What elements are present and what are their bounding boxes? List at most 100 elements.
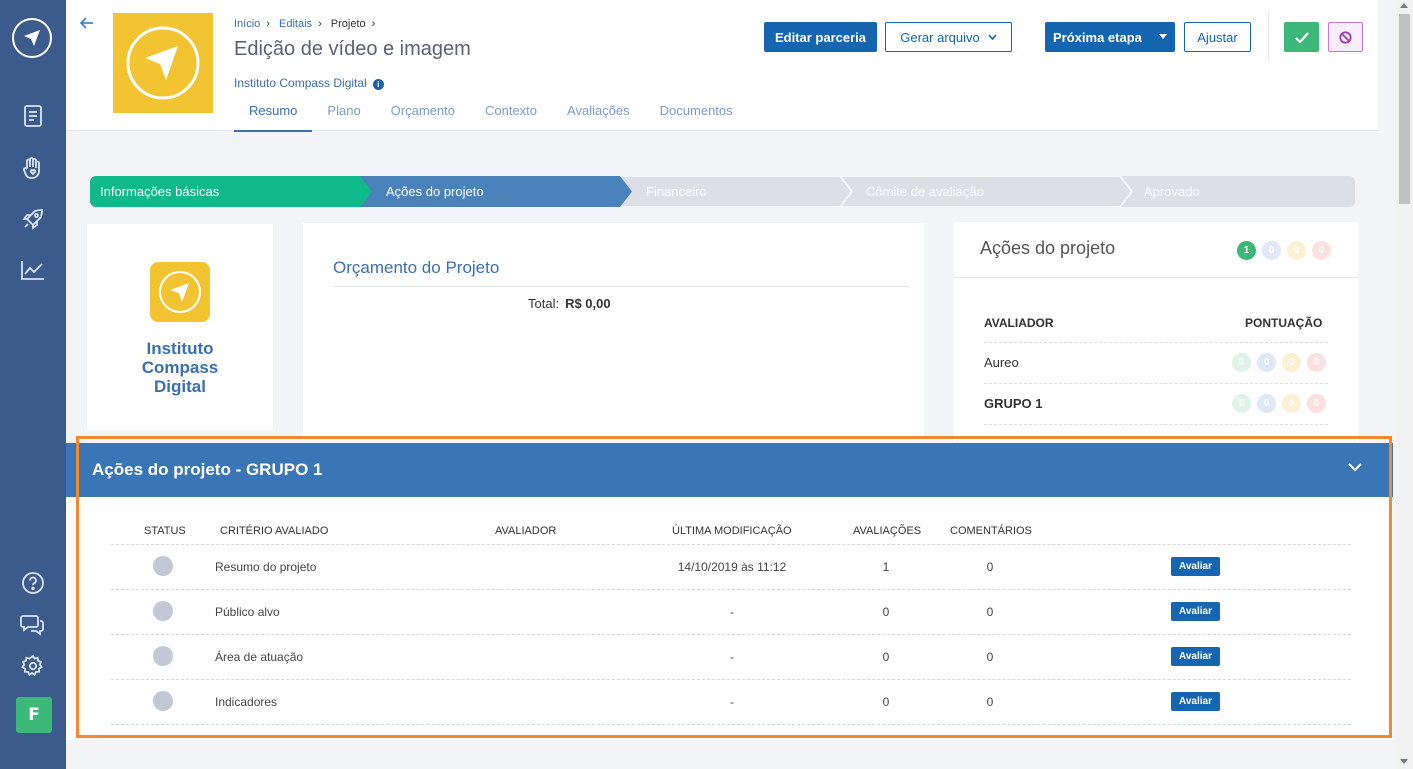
- status-indicator: [153, 646, 173, 666]
- tab-documentos[interactable]: Documentos: [645, 100, 748, 132]
- column-comments: COMENTÁRIOS: [950, 525, 1032, 537]
- progress-steps: Informações básicas Ações do projeto Fin…: [90, 176, 1355, 207]
- budget-total-value: R$ 0,00: [565, 296, 611, 311]
- sidebar: F: [0, 0, 66, 769]
- tab-bar: Resumo Plano Orçamento Contexto Avaliaçõ…: [234, 100, 748, 132]
- actions-card-title: Ações do projeto: [980, 238, 1116, 258]
- divider: [111, 679, 1351, 680]
- breadcrumb: Início › Editais › Projeto ›: [234, 18, 376, 30]
- next-step-button[interactable]: Próxima etapa: [1045, 22, 1175, 52]
- score-warning: 0: [1282, 394, 1301, 413]
- count-rejected: 0: [1312, 241, 1331, 260]
- scroll-thumb[interactable]: [1399, 14, 1410, 204]
- evaluator-scores: 0 0 0 0: [1232, 394, 1326, 413]
- evaluations-count: 1: [882, 560, 890, 574]
- organization-card: Instituto Compass Digital: [87, 224, 273, 430]
- count-approved: 1: [1237, 241, 1256, 260]
- chat-icon[interactable]: [19, 610, 47, 638]
- column-evaluator: AVALIADOR: [984, 316, 1054, 330]
- divider: [1268, 14, 1269, 58]
- generate-file-label: Gerar arquivo: [900, 29, 980, 45]
- generate-file-dropdown[interactable]: Gerar arquivo: [885, 22, 1012, 52]
- chevron-down-icon: [988, 34, 997, 40]
- score-pending: 0: [1257, 353, 1276, 372]
- criterion-name: Indicadores: [215, 695, 278, 709]
- tab-plano[interactable]: Plano: [312, 100, 375, 132]
- comments-count: 0: [986, 695, 994, 709]
- organization-link[interactable]: Instituto Compass Digital i: [234, 76, 384, 90]
- last-modified: 14/10/2019 às 11:12: [677, 560, 787, 574]
- count-warning: 0: [1287, 241, 1306, 260]
- breadcrumb-current: Projeto: [330, 18, 366, 30]
- criterion-name: Público alvo: [215, 605, 280, 619]
- info-icon[interactable]: i: [372, 79, 384, 90]
- divider: [984, 342, 1328, 343]
- group-panel-title: Ações do projeto - GRUPO 1: [92, 460, 323, 479]
- scroll-up-arrow-icon[interactable]: [1400, 3, 1408, 8]
- column-criterion: CRITÉRIO AVALIADO: [220, 525, 329, 537]
- arrow-left-icon[interactable]: [79, 14, 94, 35]
- tab-orcamento[interactable]: Orçamento: [376, 100, 470, 132]
- hand-heart-icon[interactable]: [19, 154, 47, 182]
- score-approved: 0: [1232, 394, 1251, 413]
- evaluate-button[interactable]: Avaliar: [1171, 557, 1220, 576]
- score-rejected: 0: [1307, 394, 1326, 413]
- tab-resumo[interactable]: Resumo: [234, 100, 313, 132]
- status-indicator: [153, 601, 173, 621]
- document-icon[interactable]: [19, 102, 47, 130]
- organization-name[interactable]: Instituto Compass Digital: [234, 76, 367, 90]
- divider: [984, 383, 1328, 384]
- chevron-down-icon[interactable]: [1348, 463, 1362, 472]
- step-aprovado[interactable]: Aprovado: [1134, 176, 1200, 207]
- caret-down-icon[interactable]: [1159, 34, 1167, 39]
- step-financeiro[interactable]: Financeiro: [636, 176, 707, 207]
- ban-icon[interactable]: [1328, 22, 1363, 52]
- group-panel-header[interactable]: Ações do projeto - GRUPO 1: [66, 443, 1393, 497]
- adjust-button[interactable]: Ajustar: [1184, 22, 1251, 52]
- gear-icon[interactable]: [19, 652, 47, 680]
- divider: [333, 286, 909, 287]
- evaluator-scores: 0 0 0 0: [1232, 353, 1326, 372]
- divider: [984, 424, 1328, 425]
- evaluate-button[interactable]: Avaliar: [1171, 692, 1220, 711]
- score-rejected: 0: [1307, 353, 1326, 372]
- organization-name[interactable]: Instituto Compass Digital: [87, 339, 273, 396]
- breadcrumb-editais[interactable]: Editais: [279, 18, 312, 30]
- tab-avaliacoes[interactable]: Avaliações: [552, 100, 645, 132]
- vertical-scrollbar[interactable]: [1396, 0, 1413, 769]
- step-informacoes-basicas[interactable]: Informações básicas: [90, 176, 219, 207]
- step-comite-de-avaliacao[interactable]: Cômite de avaliação: [856, 176, 984, 207]
- divider: [111, 589, 1351, 590]
- user-avatar[interactable]: F: [16, 697, 52, 733]
- project-header: Início › Editais › Projeto › Edição de víde…: [66, 0, 1378, 132]
- breadcrumb-home[interactable]: Início: [234, 18, 260, 30]
- chart-icon[interactable]: [19, 256, 47, 284]
- evaluate-button[interactable]: Avaliar: [1171, 602, 1220, 621]
- organization-logo: [150, 262, 210, 322]
- column-score: PONTUAÇÃO: [1245, 316, 1323, 330]
- evaluator-name: GRUPO 1: [984, 396, 1043, 411]
- budget-title: Orçamento do Projeto: [333, 258, 500, 277]
- divider: [111, 724, 1351, 725]
- comments-count: 0: [986, 560, 994, 574]
- project-actions-card: Ações do projeto 1 0 0 0 AVALIADOR PONTU…: [954, 222, 1358, 442]
- edit-partnership-button[interactable]: Editar parceria: [764, 22, 877, 52]
- divider: [111, 634, 1351, 635]
- status-indicator: [153, 556, 173, 576]
- rocket-icon[interactable]: [19, 205, 47, 233]
- check-icon[interactable]: [1284, 22, 1319, 52]
- status-indicator: [153, 691, 173, 711]
- project-logo: [113, 13, 213, 113]
- column-evaluator: AVALIADOR: [495, 525, 557, 537]
- evaluations-count: 0: [882, 695, 890, 709]
- group-panel: Ações do projeto - GRUPO 1 STATUS CRITÉR…: [66, 443, 1393, 740]
- app-logo-icon[interactable]: [12, 18, 52, 58]
- page-title: Edição de vídeo e imagem: [234, 38, 471, 60]
- help-icon[interactable]: [19, 569, 47, 597]
- tab-contexto[interactable]: Contexto: [470, 100, 552, 132]
- step-acoes-do-projeto[interactable]: Ações do projeto: [376, 176, 484, 207]
- last-modified: -: [730, 605, 734, 619]
- scroll-down-arrow-icon[interactable]: [1400, 759, 1408, 764]
- criterion-name: Resumo do projeto: [215, 560, 317, 574]
- evaluate-button[interactable]: Avaliar: [1171, 647, 1220, 666]
